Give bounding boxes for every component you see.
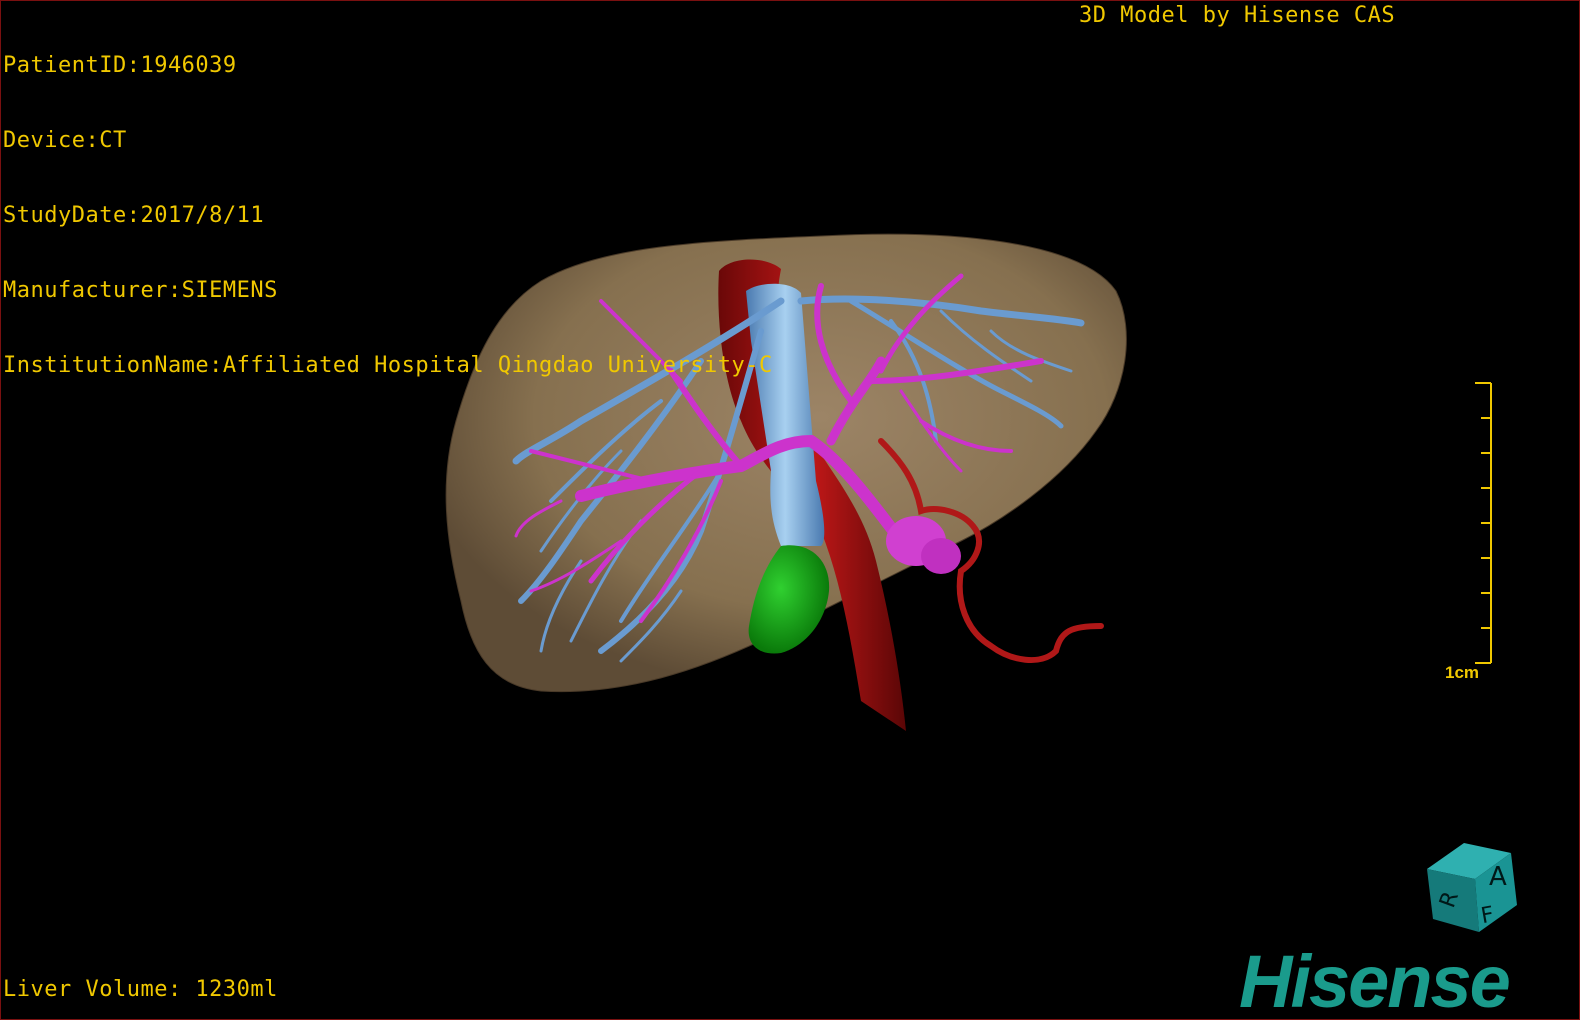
- cube-label-a: A: [1489, 862, 1507, 892]
- model-credit: 3D Model by Hisense CAS: [1079, 3, 1396, 28]
- patient-info: PatientID:1946039 Device:CT StudyDate:20…: [3, 3, 773, 428]
- liver-volume: Liver Volume: 1230ml: [3, 977, 278, 1002]
- manufacturer: Manufacturer:SIEMENS: [3, 278, 278, 303]
- study-date: StudyDate:2017/8/11: [3, 203, 265, 228]
- orientation-cube[interactable]: A F R: [1419, 837, 1529, 937]
- scale-bar: [1475, 382, 1492, 664]
- scale-bar-label: 1cm: [1445, 663, 1480, 682]
- render-viewport[interactable]: PatientID:1946039 Device:CT StudyDate:20…: [0, 0, 1580, 1020]
- patient-id: PatientID:1946039: [3, 53, 237, 78]
- hisense-logo: Hisense: [1239, 940, 1511, 1020]
- device: Device:CT: [3, 128, 127, 153]
- institution-name: InstitutionName:Affiliated Hospital Qing…: [3, 353, 773, 378]
